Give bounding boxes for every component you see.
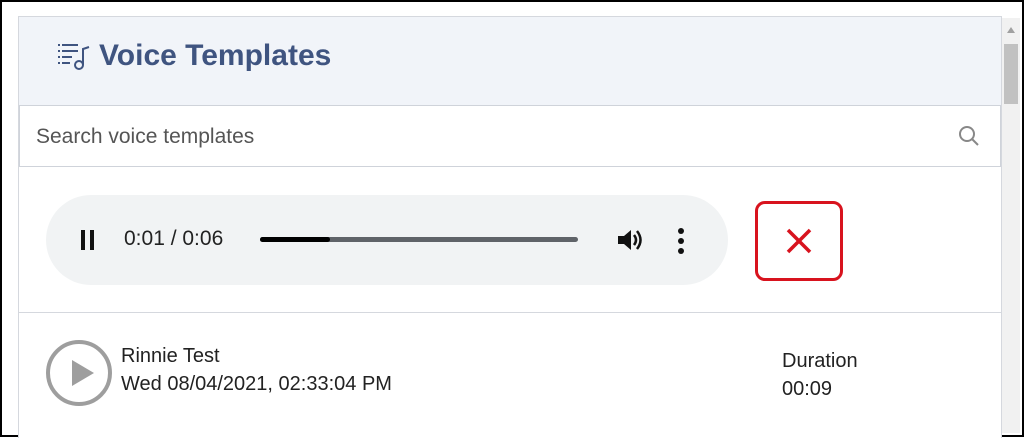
search-icon[interactable] <box>958 125 980 147</box>
scroll-up-arrow-icon[interactable] <box>1006 26 1016 34</box>
duration-value: 00:09 <box>782 378 833 400</box>
divider <box>19 312 1001 313</box>
page-title: Voice Templates <box>99 39 332 72</box>
play-circle-icon[interactable] <box>45 339 113 407</box>
template-date: Wed 08/04/2021, 02:33:04 PM <box>121 373 392 395</box>
close-icon <box>786 228 812 254</box>
progress-fill <box>260 237 330 242</box>
search-box[interactable] <box>19 105 1001 168</box>
search-input[interactable] <box>34 106 938 168</box>
progress-slider[interactable] <box>260 237 578 242</box>
voice-templates-panel: Voice Templates 0:01 / 0:06 <box>18 16 1002 438</box>
panel-header: Voice Templates <box>19 17 1001 105</box>
more-vert-icon[interactable] <box>676 227 686 255</box>
time-display: 0:01 / 0:06 <box>124 227 224 250</box>
close-player-button[interactable] <box>755 201 843 281</box>
template-name: Rinnie Test <box>121 345 220 367</box>
volume-icon[interactable] <box>616 227 644 253</box>
vertical-scrollbar[interactable] <box>1002 18 1020 433</box>
scrollbar-thumb[interactable] <box>1004 44 1018 104</box>
audio-player: 0:01 / 0:06 <box>46 195 728 285</box>
playlist-music-icon <box>58 44 90 70</box>
duration-label: Duration <box>782 350 858 372</box>
pause-icon[interactable] <box>79 229 97 251</box>
